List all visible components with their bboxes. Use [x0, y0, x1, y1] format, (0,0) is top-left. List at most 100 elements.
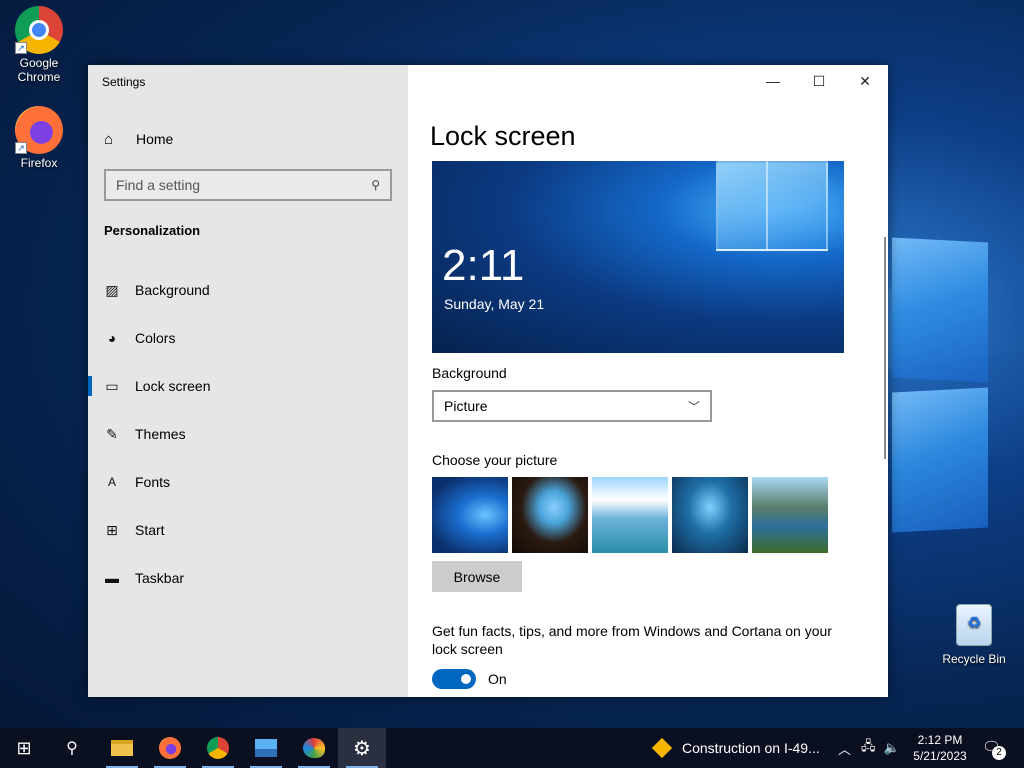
- main-content: — ☐ ✕ Lock screen 2:11 Sunday, May 21 Ba…: [408, 65, 888, 697]
- desktop-icon-label: Recycle Bin: [942, 652, 1006, 666]
- notification-center-button[interactable]: 🗨 2: [982, 738, 1006, 760]
- sidebar-item-label: Lock screen: [135, 378, 211, 394]
- fun-facts-toggle[interactable]: [432, 669, 476, 689]
- taskbar-paint[interactable]: [290, 728, 338, 768]
- sidebar-item-start[interactable]: ⊞ Start: [88, 506, 408, 554]
- fun-facts-description: Get fun facts, tips, and more from Windo…: [432, 623, 832, 657]
- search-input[interactable]: Find a setting ⚲: [104, 169, 392, 201]
- home-icon: ⌂: [104, 130, 114, 148]
- sidebar-item-label: Taskbar: [135, 570, 185, 586]
- sidebar-item-label: Fonts: [135, 474, 171, 490]
- start-button[interactable]: ⊞: [0, 728, 48, 768]
- firefox-icon: [159, 737, 181, 759]
- picture-thumbnail-sky[interactable]: [592, 477, 668, 553]
- chevron-down-icon: ﹀: [687, 399, 700, 414]
- browse-button[interactable]: Browse: [432, 561, 522, 592]
- desktop-icon-label: Firefox: [20, 156, 58, 170]
- window-title: Settings: [102, 75, 146, 89]
- sidebar-item-fonts[interactable]: A Fonts: [88, 458, 408, 506]
- picture-thumbnail-cave[interactable]: [512, 477, 588, 553]
- start-icon: ⊞: [106, 521, 118, 538]
- picture-icon: ▨: [105, 281, 119, 298]
- volume-muted-icon[interactable]: 🔈: [884, 740, 900, 756]
- paint-palette-icon: [303, 738, 325, 758]
- background-dropdown[interactable]: Picture ﹀: [432, 390, 712, 422]
- clock-time: 2:12 PM: [917, 733, 963, 747]
- taskbar-icon: ▬: [105, 570, 119, 586]
- clock[interactable]: 2:12 PM 5/21/2023: [906, 732, 974, 764]
- sidebar-item-label: Themes: [135, 426, 186, 442]
- close-icon: ✕: [859, 72, 871, 89]
- choose-picture-label: Choose your picture: [432, 452, 558, 468]
- desktop-chrome-shortcut[interactable]: ↗ Google Chrome: [3, 6, 75, 84]
- taskbar-settings[interactable]: ⚙: [338, 728, 386, 768]
- background-dropdown-value: Picture: [444, 398, 488, 414]
- windows-logo-icon: ⊞: [16, 737, 32, 758]
- sidebar-item-background[interactable]: ▨ Background: [88, 266, 408, 314]
- shortcut-arrow-icon: ↗: [15, 42, 27, 54]
- sidebar-nav: ▨ Background ◕ Colors ▭ Lock screen ✎ Th…: [88, 266, 408, 602]
- sidebar-item-label: Start: [135, 522, 165, 538]
- themes-icon: ✎: [106, 425, 118, 442]
- picture-thumbnails: [432, 477, 828, 553]
- sidebar-item-label: Background: [135, 282, 210, 298]
- windows-logo-pane: [716, 161, 828, 251]
- sidebar-item-lock-screen[interactable]: ▭ Lock screen: [88, 362, 408, 410]
- picture-thumbnail-windows[interactable]: [432, 477, 508, 553]
- warning-icon: [651, 737, 673, 759]
- news-text: Construction on I-49...: [682, 740, 820, 756]
- taskbar-firefox[interactable]: [146, 728, 194, 768]
- toggle-knob: [461, 674, 471, 684]
- page-title: Lock screen: [430, 121, 576, 151]
- folder-icon: [111, 740, 133, 756]
- search-icon: ⚲: [371, 178, 380, 192]
- notification-count-badge: 2: [992, 746, 1006, 760]
- search-icon: ⚲: [66, 740, 78, 757]
- photos-icon: [255, 739, 277, 757]
- desktop-firefox-shortcut[interactable]: ↗ Firefox: [3, 106, 75, 170]
- maximize-button[interactable]: ☐: [796, 69, 842, 93]
- sidebar-item-themes[interactable]: ✎ Themes: [88, 410, 408, 458]
- nav-home-label: Home: [136, 131, 174, 147]
- palette-icon: ◕: [107, 330, 117, 346]
- picture-thumbnail-ice[interactable]: [672, 477, 748, 553]
- network-icon[interactable]: 🖧: [861, 737, 876, 759]
- clock-date: 5/21/2023: [913, 749, 967, 763]
- scrollbar[interactable]: [884, 237, 886, 459]
- chrome-icon: ↗: [15, 6, 63, 54]
- minimize-icon: —: [766, 73, 780, 89]
- close-button[interactable]: ✕: [842, 69, 888, 93]
- chevron-up-icon[interactable]: ︿: [838, 739, 851, 758]
- search-placeholder: Find a setting: [116, 177, 201, 193]
- maximize-icon: ☐: [812, 72, 826, 89]
- preview-time: 2:11: [442, 241, 525, 290]
- chrome-icon: [207, 737, 229, 759]
- desktop-icon-label: Google Chrome: [17, 56, 61, 84]
- sidebar-item-taskbar[interactable]: ▬ Taskbar: [88, 554, 408, 602]
- preview-date: Sunday, May 21: [444, 296, 545, 312]
- news-widget[interactable]: Construction on I-49...: [651, 728, 820, 768]
- minimize-button[interactable]: —: [750, 69, 796, 93]
- section-heading: Personalization: [104, 223, 201, 238]
- system-tray: ︿ 🖧 🔈: [838, 728, 900, 768]
- firefox-icon: ↗: [15, 106, 63, 154]
- toggle-state-label: On: [488, 671, 507, 687]
- recycle-bin-icon: ♻: [956, 604, 992, 646]
- picture-thumbnail-lake[interactable]: [752, 477, 828, 553]
- sidebar-item-label: Colors: [135, 330, 176, 346]
- desktop-recycle-bin[interactable]: ♻ Recycle Bin: [938, 604, 1010, 666]
- taskbar-file-explorer[interactable]: [98, 728, 146, 768]
- gear-icon: ⚙: [353, 737, 371, 760]
- search-button[interactable]: ⚲: [48, 728, 96, 768]
- settings-window: Settings ⌂ Home Find a setting ⚲ Persona…: [88, 65, 888, 697]
- taskbar-photos[interactable]: [242, 728, 290, 768]
- sidebar-item-colors[interactable]: ◕ Colors: [88, 314, 408, 362]
- shortcut-arrow-icon: ↗: [15, 142, 27, 154]
- nav-home[interactable]: ⌂ Home: [104, 129, 173, 149]
- lock-screen-preview: 2:11 Sunday, May 21: [432, 161, 844, 353]
- taskbar-chrome[interactable]: [194, 728, 242, 768]
- background-label: Background: [432, 365, 507, 381]
- fonts-icon: A: [107, 475, 116, 489]
- lock-screen-icon: ▭: [105, 377, 119, 394]
- sidebar: Settings ⌂ Home Find a setting ⚲ Persona…: [88, 65, 408, 697]
